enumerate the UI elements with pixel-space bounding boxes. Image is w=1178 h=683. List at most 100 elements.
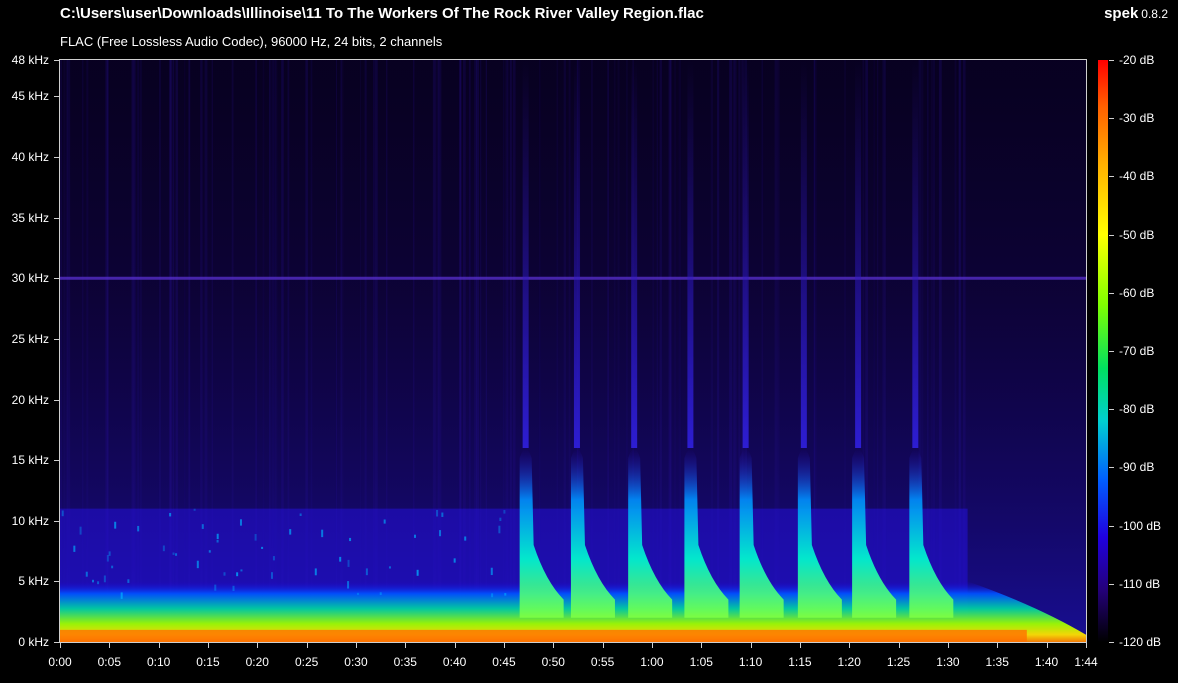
transient-sparkle — [347, 581, 350, 589]
time-tick-label: 1:05 — [689, 655, 713, 669]
transient-sparkle — [321, 529, 324, 538]
transient-sparkle — [240, 569, 243, 572]
transient-stalk — [742, 60, 749, 448]
transient-sparkle — [349, 537, 352, 542]
transient-sparkle — [208, 550, 211, 553]
transient-sparkle — [85, 571, 88, 577]
frequency-tick-label: 35 kHz — [11, 210, 49, 225]
time-tick-mark — [159, 643, 160, 648]
time-tick-label: 0:30 — [344, 655, 368, 669]
transient-sparkle — [299, 513, 302, 516]
decibel-tick-label: -40 dB — [1119, 169, 1155, 184]
time-tick-label: 1:40 — [1034, 655, 1059, 669]
decibel-tick-mark — [1109, 642, 1114, 643]
transient-sparkle — [236, 572, 239, 577]
frequency-tick-label: 25 kHz — [11, 331, 49, 346]
time-tick-mark — [553, 643, 554, 648]
transient-sparkle — [289, 529, 292, 535]
time-tick-mark — [849, 643, 850, 648]
time-tick-label: 1:44 — [1074, 655, 1098, 669]
time-tick-label: 0:00 — [48, 655, 72, 669]
transient-sparkle — [103, 575, 106, 583]
spectrogram-canvas — [60, 60, 1086, 642]
decibel-tick-mark — [1109, 60, 1114, 61]
time-tick-label: 1:15 — [788, 655, 812, 669]
frequency-tick-mark — [54, 157, 60, 158]
transient-sparkle — [314, 568, 317, 576]
time-tick-label: 0:20 — [245, 655, 269, 669]
decibel-tick-label: -110 dB — [1119, 576, 1161, 591]
app-brand: spek 0.8.2 — [1104, 5, 1168, 22]
frequency-tick-label: 45 kHz — [11, 89, 49, 104]
time-tick-mark — [1047, 643, 1048, 648]
transient-stalk — [631, 60, 638, 448]
time-tick-label: 1:10 — [738, 655, 763, 669]
decibel-tick-mark — [1109, 409, 1114, 410]
decibel-tick-mark — [1109, 176, 1114, 177]
transient-sparkle — [61, 510, 64, 517]
decibel-tick-label: -20 dB — [1119, 53, 1155, 67]
app-version: 0.8.2 — [1141, 7, 1168, 21]
time-tick-mark — [405, 643, 406, 648]
time-tick-mark — [899, 643, 900, 648]
transient-sparkle — [175, 553, 178, 556]
time-tick-mark — [60, 643, 61, 648]
frequency-tick-label: 40 kHz — [11, 150, 49, 164]
transient-sparkle — [436, 509, 439, 517]
frequency-tick-label: 0 kHz — [18, 635, 49, 649]
transient-sparkle — [270, 572, 273, 579]
transient-sparkle — [223, 572, 226, 576]
time-tick-mark — [257, 643, 258, 648]
transient-sparkle — [439, 530, 442, 537]
transient-sparkle — [379, 592, 382, 596]
transient-stalk — [573, 60, 580, 448]
time-tick-mark — [997, 643, 998, 648]
transient-sparkle — [416, 569, 419, 576]
frequency-tick-label: 5 kHz — [18, 574, 49, 589]
frequency-tick-mark — [54, 521, 60, 522]
transient-sparkle — [127, 579, 130, 583]
transient-sparkle — [490, 567, 493, 576]
persistent-tone-line — [60, 276, 1086, 280]
frequency-tick-label: 48 kHz — [11, 53, 49, 67]
frequency-tick-label: 15 kHz — [11, 453, 49, 468]
frequency-tick-mark — [54, 460, 60, 461]
decibel-tick-label: -50 dB — [1119, 227, 1155, 242]
frequency-tick-mark — [54, 278, 60, 279]
decibel-tick-mark — [1109, 118, 1114, 119]
transient-sparkle — [79, 526, 82, 535]
transient-sparkle — [339, 556, 342, 562]
time-tick-label: 1:30 — [936, 655, 960, 669]
transient-sparkle — [498, 525, 501, 534]
time-tick-mark — [652, 643, 653, 648]
transient-sparkle — [272, 556, 275, 561]
transient-sparkle — [193, 508, 196, 511]
time-tick-label: 0:55 — [590, 655, 615, 669]
transient-stalk — [855, 60, 862, 448]
decibel-tick-mark — [1109, 526, 1114, 527]
transient-sparkle — [169, 512, 172, 517]
transient-sparkle — [453, 558, 456, 563]
decibel-tick-mark — [1109, 351, 1114, 352]
time-tick-label: 1:25 — [886, 655, 911, 669]
transient-sparkle — [388, 566, 391, 569]
time-tick-mark — [1086, 643, 1087, 648]
transient-sparkle — [201, 524, 204, 529]
frequency-tick-mark — [54, 339, 60, 340]
spectrogram-plot[interactable] — [59, 59, 1087, 643]
transient-sparkle — [216, 539, 219, 543]
time-tick-label: 0:10 — [146, 655, 171, 669]
frequency-tick-label: 20 kHz — [11, 392, 49, 407]
time-tick-mark — [603, 643, 604, 648]
frequency-tick-mark — [54, 218, 60, 219]
frequency-tick-mark — [54, 400, 60, 401]
transient-sparkle — [261, 546, 264, 549]
decibel-tick-label: -90 dB — [1119, 460, 1155, 475]
time-tick-label: 0:35 — [393, 655, 417, 669]
transient-stalk — [800, 60, 807, 448]
transient-sparkle — [232, 585, 235, 591]
decibel-tick-label: -60 dB — [1119, 285, 1155, 300]
decibel-tick-label: -70 dB — [1119, 344, 1155, 358]
time-tick-label: 0:15 — [196, 655, 220, 669]
decibel-tick-mark — [1109, 293, 1114, 294]
